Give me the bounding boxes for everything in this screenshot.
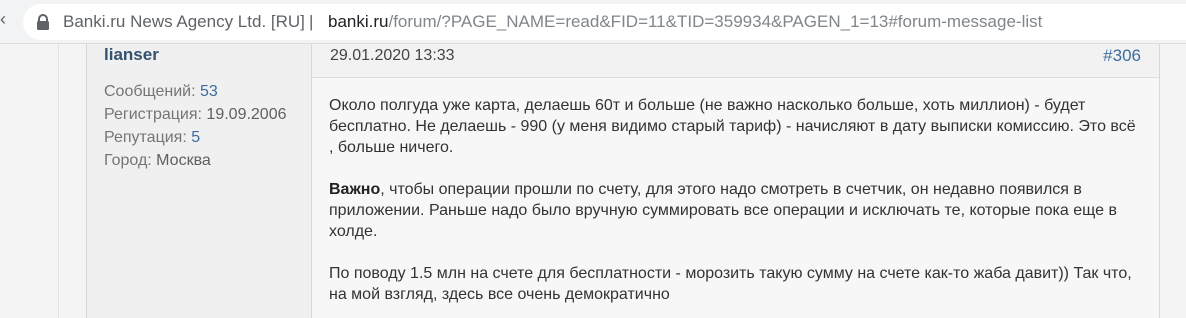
post-paragraph-3: По поводу 1.5 млн на счете для бесплатно… xyxy=(329,263,1139,305)
browser-address-bar: ‹ Banki.ru News Agency Ltd. [RU] | banki… xyxy=(0,0,1186,44)
registration-label: Регистрация: xyxy=(104,106,207,123)
lock-icon[interactable] xyxy=(36,14,50,30)
page-gutter-divider xyxy=(58,44,59,318)
author-username[interactable]: lianser xyxy=(104,44,159,66)
post-permalink-number[interactable]: #306 xyxy=(1103,44,1141,67)
paragraph-text: , чтобы операции прошли по счету, для эт… xyxy=(329,181,1117,240)
author-messages-count: Сообщений: 53 xyxy=(104,81,218,102)
author-city: Город: Москва xyxy=(104,150,211,171)
city-label: Город: xyxy=(104,152,157,169)
reputation-link[interactable]: 5 xyxy=(191,129,200,146)
site-identity[interactable]: Banki.ru News Agency Ltd. [RU] xyxy=(63,11,305,33)
paragraph-text: Около полгуда уже карта, делаешь 60т и б… xyxy=(329,97,1136,156)
city-value: Москва xyxy=(156,152,211,169)
author-registration-date: Регистрация: 19.09.2006 xyxy=(104,104,287,125)
messages-label: Сообщений: xyxy=(104,83,200,100)
url-separator: | xyxy=(309,12,314,31)
omnibox[interactable]: Banki.ru News Agency Ltd. [RU] | banki.r… xyxy=(23,4,1186,40)
post-paragraph-1: Около полгуда уже карта, делаешь 60т и б… xyxy=(329,95,1139,158)
url-host: banki.ru xyxy=(328,12,389,31)
paragraph-text: По поводу 1.5 млн на счете для бесплатно… xyxy=(329,265,1132,303)
back-arrow-icon[interactable]: ‹ xyxy=(0,9,6,29)
author-reputation: Репутация: 5 xyxy=(104,127,200,148)
url-path: /forum/?PAGE_NAME=read&FID=11&TID=359934… xyxy=(388,12,1043,31)
registration-value: 19.09.2006 xyxy=(206,106,287,123)
messages-count-link[interactable]: 53 xyxy=(200,83,218,100)
post-date: 29.01.2020 13:33 xyxy=(330,47,455,64)
post-paragraph-2: Важно, чтобы операции прошли по счету, д… xyxy=(329,179,1139,242)
paragraph-bold: Важно xyxy=(329,181,381,198)
url-text[interactable]: banki.ru/forum/?PAGE_NAME=read&FID=11&TI… xyxy=(328,11,1042,33)
reputation-label: Репутация: xyxy=(104,129,192,146)
